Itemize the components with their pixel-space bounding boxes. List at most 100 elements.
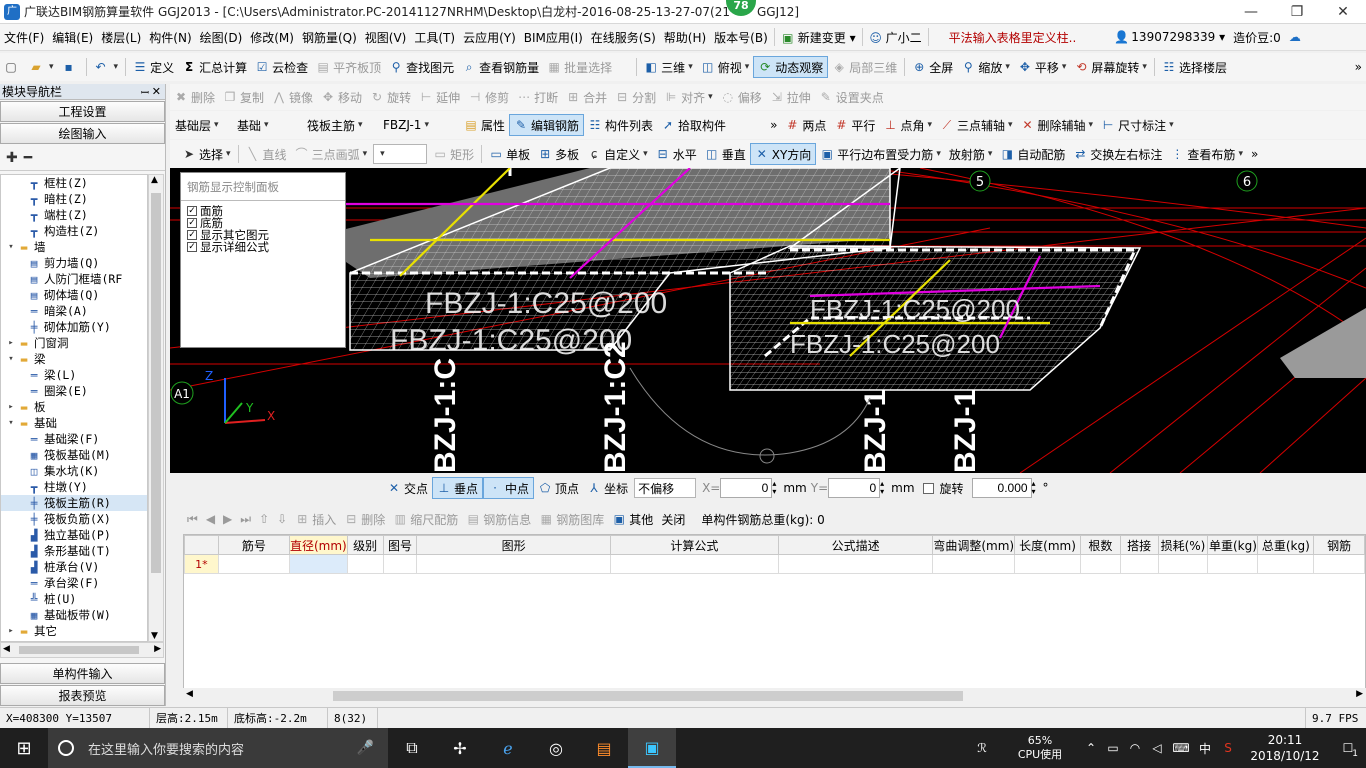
table-hscrollbar[interactable]: ◀ ▶ [183, 688, 1366, 704]
tree-item[interactable]: ═ 基础梁(F) [1, 431, 147, 447]
more-button[interactable]: » [766, 114, 781, 136]
move-button[interactable]: ✥ 移动 [317, 86, 366, 108]
task-view-icon[interactable]: ⧉ [388, 728, 436, 768]
tree-hscrollbar[interactable]: ◀ ▶ [0, 642, 164, 658]
tree-item[interactable]: ▦ 筏板基础(M) [1, 447, 147, 463]
menu-draw[interactable]: 绘图(D) [196, 29, 247, 46]
type-select[interactable]: 筏板主筋 [304, 115, 376, 135]
insert-row-button[interactable]: ⊞ 插入 [291, 511, 340, 528]
notification-icon[interactable]: ☐ 1 [1330, 741, 1366, 759]
merge-button[interactable]: ⊞ 合并 [562, 86, 611, 108]
scale-rebar-button[interactable]: ▥ 缩尺配筋 [389, 511, 462, 528]
menu-cloud[interactable]: 云应用(Y) [459, 29, 520, 46]
rebar-info-button[interactable]: ▤ 钢筋信息 [462, 511, 535, 528]
browser-icon[interactable]: ◎ [532, 728, 580, 768]
table-cell[interactable] [1079, 554, 1121, 574]
tree-item[interactable]: ┳ 端柱(Z) [1, 207, 147, 223]
column-header[interactable]: 公式描述 [777, 535, 934, 555]
table-cell[interactable] [609, 554, 779, 574]
tree-item[interactable]: ▸ ▬ 其它 [1, 623, 147, 639]
stepper-icon[interactable]: ▴ ▾ [880, 480, 888, 496]
undo-button[interactable]: ↶ [90, 56, 123, 78]
swap-labels-button[interactable]: ⇄ 交换左右标注 [1069, 143, 1166, 165]
select-floor-button[interactable]: ☷ 选择楼层 [1158, 56, 1231, 78]
batch-select-button[interactable]: ▦ 批量选择 [543, 56, 616, 78]
windows-start-icon[interactable]: ⊞ [0, 728, 48, 768]
tree-item[interactable]: ┳ 柱墩(Y) [1, 479, 147, 495]
tree-item[interactable]: ═ 梁(L) [1, 367, 147, 383]
column-header[interactable]: 弯曲调整(mm) [932, 535, 1016, 555]
rotate-button[interactable]: ↻ 旋转 [366, 86, 415, 108]
cloud-check-button[interactable]: ☑ 云检查 [251, 56, 312, 78]
minimize-button[interactable]: — [1228, 0, 1274, 24]
rotation-center[interactable] [759, 448, 775, 464]
multi-slab-button[interactable]: ⊞ 多板 [534, 143, 583, 165]
align-top-button[interactable]: ▤ 平齐板顶 [312, 56, 385, 78]
collapse-arrow-icon[interactable]: ▾ [5, 418, 17, 428]
arc-button[interactable]: ⌒ 三点画弧 [291, 143, 372, 165]
next-record-icon[interactable]: ▶ [219, 512, 236, 526]
cloud-upload-icon[interactable]: ☁ [1285, 30, 1305, 44]
tree-item[interactable]: ▾ ▬ 梁 [1, 351, 147, 367]
prev-record-icon[interactable]: ◀ [202, 512, 219, 526]
nav-close-icon[interactable]: ✕ [152, 85, 161, 98]
scroll-right-icon[interactable]: ▶ [1356, 689, 1363, 699]
comp-list-button[interactable]: ☷ 构件列表 [584, 114, 657, 136]
table-cell[interactable] [1119, 554, 1159, 574]
menu-floor[interactable]: 楼层(L) [97, 29, 145, 46]
checkbox-show-formula[interactable]: ✓ 显示详细公式 [181, 241, 345, 253]
tree-item[interactable]: ▸ ▬ 门窗洞 [1, 335, 147, 351]
taskbar-search[interactable]: 在这里输入你要搜索的内容 🎤 [48, 728, 388, 768]
wifi-icon[interactable]: ◠ [1124, 741, 1146, 755]
xy-direction-button[interactable]: ✕ XY方向 [749, 143, 817, 165]
column-header[interactable]: 长度(mm) [1014, 535, 1081, 555]
tree-hscroll-thumb[interactable] [19, 646, 139, 654]
stepper-icon[interactable]: ▴ ▾ [1032, 480, 1040, 496]
table-cell[interactable] [1313, 554, 1365, 574]
props-button[interactable]: ▤ 属性 [460, 114, 509, 136]
cost-beans[interactable]: 造价豆:0 [1229, 29, 1285, 46]
two-point-button[interactable]: # 两点 [781, 114, 830, 136]
rebar-library-button[interactable]: ▦ 钢筋图库 [535, 511, 608, 528]
draw-option-select[interactable] [373, 144, 428, 164]
view-layout-button[interactable]: ⋮ 查看布筋 [1166, 143, 1247, 165]
3d-viewport[interactable]: FBZJ-1:C25@200 FBZJ-1:C25@200 FBZJ-1:C25… [170, 168, 1366, 473]
microphone-icon[interactable]: 🎤 [357, 740, 374, 756]
table-cell[interactable] [217, 554, 290, 574]
local-3d-button[interactable]: ◈ 局部三维 [828, 56, 901, 78]
offset-button[interactable]: ◌ 偏移 [717, 86, 766, 108]
tree-item[interactable]: ▸ ▬ 板 [1, 399, 147, 415]
break-button[interactable]: ⋯ 打断 [513, 86, 562, 108]
dynamic-view-button[interactable]: ⟳ 动态观察 [753, 56, 829, 78]
column-header[interactable]: 图形 [416, 535, 611, 555]
rotate-angle-input[interactable] [971, 478, 1032, 498]
menu-rebar-qty[interactable]: 钢筋量(Q) [298, 29, 361, 46]
table-cell[interactable] [346, 554, 384, 574]
column-header[interactable]: 单重(kg) [1207, 535, 1259, 555]
dim-button[interactable]: ⊢ 尺寸标注 [1097, 114, 1178, 136]
tree-item[interactable]: ═ 圈梁(E) [1, 383, 147, 399]
open-file-button[interactable]: ▰ [25, 56, 58, 78]
rect-button[interactable]: ▭ 矩形 [429, 143, 478, 165]
rebar-table[interactable]: 筋号 直径(mm) 级别 图号 图形 计算公式 公式描述 弯曲调整(mm) 长度… [183, 534, 1366, 704]
tree-item[interactable]: ╪ 筏板主筋(R) [1, 495, 147, 511]
restore-button[interactable]: ❐ [1274, 0, 1320, 24]
menu-edit[interactable]: 编辑(E) [48, 29, 97, 46]
people-icon[interactable]: ℛ [964, 741, 1000, 755]
move-down-icon[interactable]: ⇩ [273, 512, 291, 526]
notice-link[interactable]: 平法输入表格里定义柱.. [945, 29, 1081, 46]
snap-coord-button[interactable]: ⅄ 坐标 [583, 477, 632, 499]
column-header[interactable]: 筋号 [217, 535, 290, 555]
table-cell[interactable] [1207, 554, 1259, 574]
horizontal-button[interactable]: ⊟ 水平 [652, 143, 701, 165]
delete-row-button[interactable]: ⊟ 删除 [340, 511, 389, 528]
menu-component[interactable]: 构件(N) [145, 29, 195, 46]
tree-item[interactable]: ▾ ▬ 基础 [1, 415, 147, 431]
column-header[interactable]: 钢筋 [1313, 535, 1365, 555]
user-account[interactable]: 👤 13907298339 ▾ [1110, 30, 1229, 44]
new-file-button[interactable]: ▢ [0, 56, 25, 78]
y-offset-input[interactable] [828, 478, 881, 498]
scroll-left-icon[interactable]: ◀ [3, 644, 10, 654]
snap-intersect-button[interactable]: ✕ 交点 [383, 477, 432, 499]
pdf-app-icon[interactable]: ▤ [580, 728, 628, 768]
